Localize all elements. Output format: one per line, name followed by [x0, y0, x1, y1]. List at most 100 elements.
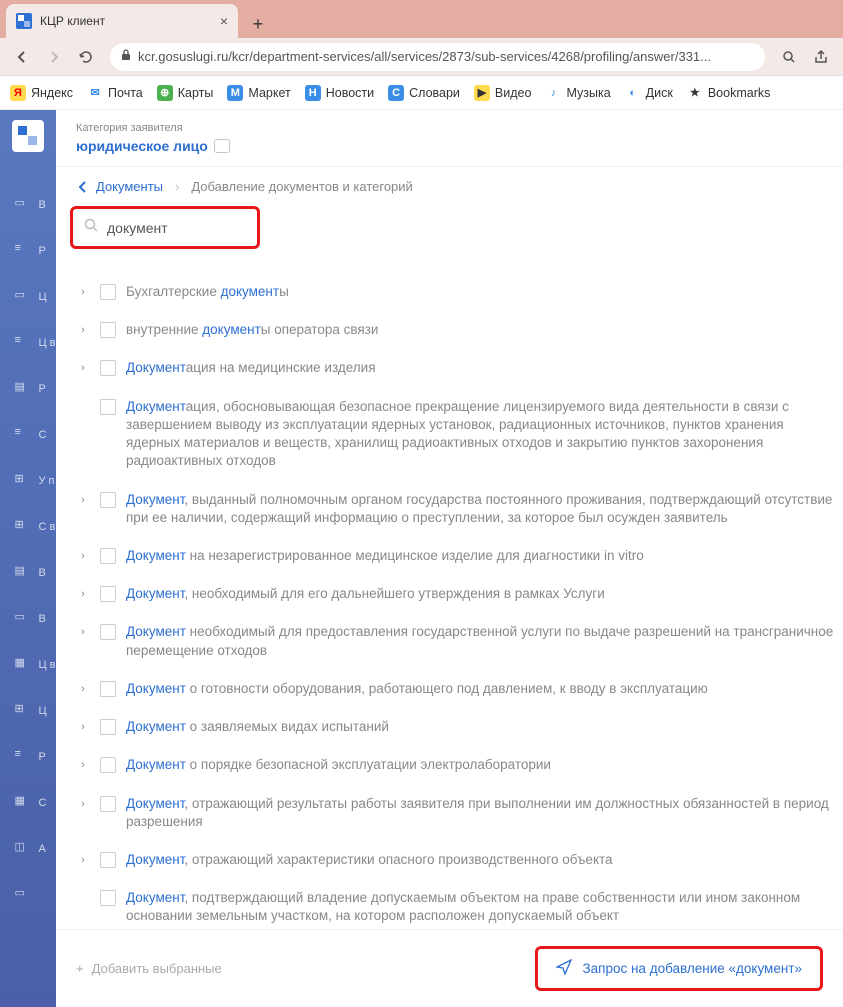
item-text[interactable]: Документ на незарегистрированное медицин…: [126, 547, 644, 565]
checkbox[interactable]: [100, 681, 116, 697]
item-text[interactable]: Бухгалтерские документы: [126, 283, 289, 301]
checkbox[interactable]: [100, 796, 116, 812]
search-input[interactable]: [107, 220, 247, 236]
chevron-right-icon[interactable]: ›: [76, 718, 90, 733]
back-button[interactable]: [8, 43, 36, 71]
bookmark-icon: М: [227, 85, 243, 101]
chat-icon[interactable]: [214, 139, 230, 153]
request-add-button[interactable]: Запрос на добавление «документ»: [535, 946, 823, 991]
checkbox[interactable]: [100, 399, 116, 415]
sidebar-label: Ц в: [38, 659, 55, 671]
chevron-right-icon[interactable]: ›: [76, 585, 90, 600]
item-text[interactable]: внутренние документы оператора связи: [126, 321, 378, 339]
chevron-right-icon[interactable]: ›: [76, 283, 90, 298]
sidebar-item[interactable]: ⊞У п: [0, 458, 55, 504]
bookmark-icon: ⊕: [157, 85, 173, 101]
sidebar-item[interactable]: ≡Р: [0, 734, 55, 780]
plus-icon: +: [76, 961, 84, 976]
checkbox[interactable]: [100, 624, 116, 640]
breadcrumb-back[interactable]: Документы: [76, 179, 163, 194]
sidebar-item[interactable]: ⊞С в: [0, 504, 55, 550]
checkbox[interactable]: [100, 852, 116, 868]
checkbox[interactable]: [100, 360, 116, 376]
checkbox[interactable]: [100, 284, 116, 300]
sidebar-label: Ц в: [38, 337, 55, 349]
sidebar-item[interactable]: ▦С: [0, 780, 55, 826]
bookmark-item[interactable]: Н Новости: [305, 85, 374, 101]
item-text[interactable]: Документ о готовности оборудования, рабо…: [126, 680, 708, 698]
app-logo[interactable]: [12, 120, 44, 152]
chevron-right-icon[interactable]: ›: [76, 491, 90, 506]
sidebar-item[interactable]: ≡С: [0, 412, 55, 458]
sidebar-label: В: [38, 199, 45, 211]
checkbox[interactable]: [100, 890, 116, 906]
bookmark-item[interactable]: ⊕Карты: [157, 85, 214, 101]
bookmark-item[interactable]: ◐Диск: [625, 85, 673, 101]
reload-button[interactable]: [72, 43, 100, 71]
sidebar-icon: ▤: [14, 564, 32, 582]
chevron-right-icon[interactable]: ›: [76, 851, 90, 866]
bookmark-label: Новости: [326, 86, 374, 100]
checkbox[interactable]: [100, 586, 116, 602]
item-text[interactable]: Документ, выданный полномочным органом г…: [126, 491, 837, 527]
chevron-right-icon[interactable]: ›: [76, 756, 90, 771]
sidebar-item[interactable]: ▭В: [0, 182, 55, 228]
sidebar-item[interactable]: ≡Р: [0, 228, 55, 274]
bookmark-item[interactable]: ММаркет: [227, 85, 290, 101]
checkbox[interactable]: [100, 757, 116, 773]
checkbox[interactable]: [100, 492, 116, 508]
search-box[interactable]: [70, 206, 260, 249]
sidebar-item[interactable]: ▭В: [0, 596, 55, 642]
item-text[interactable]: Документ, необходимый для его дальнейшег…: [126, 585, 605, 603]
share-icon[interactable]: [807, 43, 835, 71]
sidebar-icon: ▤: [14, 380, 32, 398]
sidebar-item[interactable]: ⊞Ц: [0, 688, 55, 734]
chevron-right-icon[interactable]: ›: [76, 623, 90, 638]
arrow-left-icon: [76, 180, 90, 194]
chevron-right-icon[interactable]: ›: [76, 359, 90, 374]
chevron-right-icon[interactable]: ›: [76, 795, 90, 810]
checkbox[interactable]: [100, 322, 116, 338]
bookmark-item[interactable]: ▶Видео: [474, 85, 532, 101]
sidebar-icon: ▦: [14, 656, 32, 674]
url-bar[interactable]: kcr.gosuslugi.ru/kcr/department-services…: [110, 43, 765, 71]
forward-button[interactable]: [40, 43, 68, 71]
sidebar-item[interactable]: ▦ Ц в: [0, 642, 55, 688]
item-text[interactable]: Документ, отражающий результаты работы з…: [126, 795, 837, 831]
bookmark-label: Почта: [108, 86, 143, 100]
item-text[interactable]: Документ, отражающий характеристики опас…: [126, 851, 613, 869]
bookmark-icon: Н: [305, 85, 321, 101]
browser-tab-active[interactable]: КЦР клиент ×: [6, 4, 238, 38]
bookmark-item[interactable]: ССловари: [388, 85, 460, 101]
list-item: › Бухгалтерские документы: [76, 273, 843, 311]
checkbox[interactable]: [100, 548, 116, 564]
item-text[interactable]: Документация, обосновывающая безопасное …: [126, 398, 837, 471]
sidebar-item[interactable]: ◫А: [0, 826, 55, 872]
search-icon: [83, 217, 99, 238]
chevron-right-icon[interactable]: ›: [76, 680, 90, 695]
sidebar-label: В: [38, 613, 45, 625]
bookmark-item[interactable]: ЯЯндекс: [10, 85, 73, 101]
search-toolbar-icon[interactable]: [775, 43, 803, 71]
sidebar-item[interactable]: ▤В: [0, 550, 55, 596]
checkbox[interactable]: [100, 719, 116, 735]
new-tab-button[interactable]: +: [244, 10, 272, 38]
sidebar-item[interactable]: ▤Р: [0, 366, 55, 412]
sidebar-item[interactable]: ▭Ц: [0, 274, 55, 320]
bookmark-item[interactable]: ★Bookmarks: [687, 85, 771, 101]
sidebar-item[interactable]: ▭: [0, 872, 55, 918]
item-text[interactable]: Документ, подтверждающий владение допуск…: [126, 889, 837, 925]
item-text[interactable]: Документ необходимый для предоставления …: [126, 623, 837, 659]
bookmark-item[interactable]: ♪Музыка: [545, 85, 610, 101]
item-text[interactable]: Документ о порядке безопасной эксплуатац…: [126, 756, 551, 774]
add-selected-button[interactable]: + Добавить выбранные: [76, 961, 222, 976]
bookmarks-bar: ЯЯндекс ✉Почта ⊕Карты ММаркет Н Новости ССлова…: [0, 76, 843, 110]
bookmark-icon: ▶: [474, 85, 490, 101]
item-text[interactable]: Документ о заявляемых видах испытаний: [126, 718, 389, 736]
close-icon[interactable]: ×: [220, 13, 228, 29]
chevron-right-icon[interactable]: ›: [76, 547, 90, 562]
sidebar-item[interactable]: ≡Ц в: [0, 320, 55, 366]
bookmark-item[interactable]: ✉Почта: [87, 85, 143, 101]
chevron-right-icon[interactable]: ›: [76, 321, 90, 336]
item-text[interactable]: Документация на медицинские изделия: [126, 359, 376, 377]
